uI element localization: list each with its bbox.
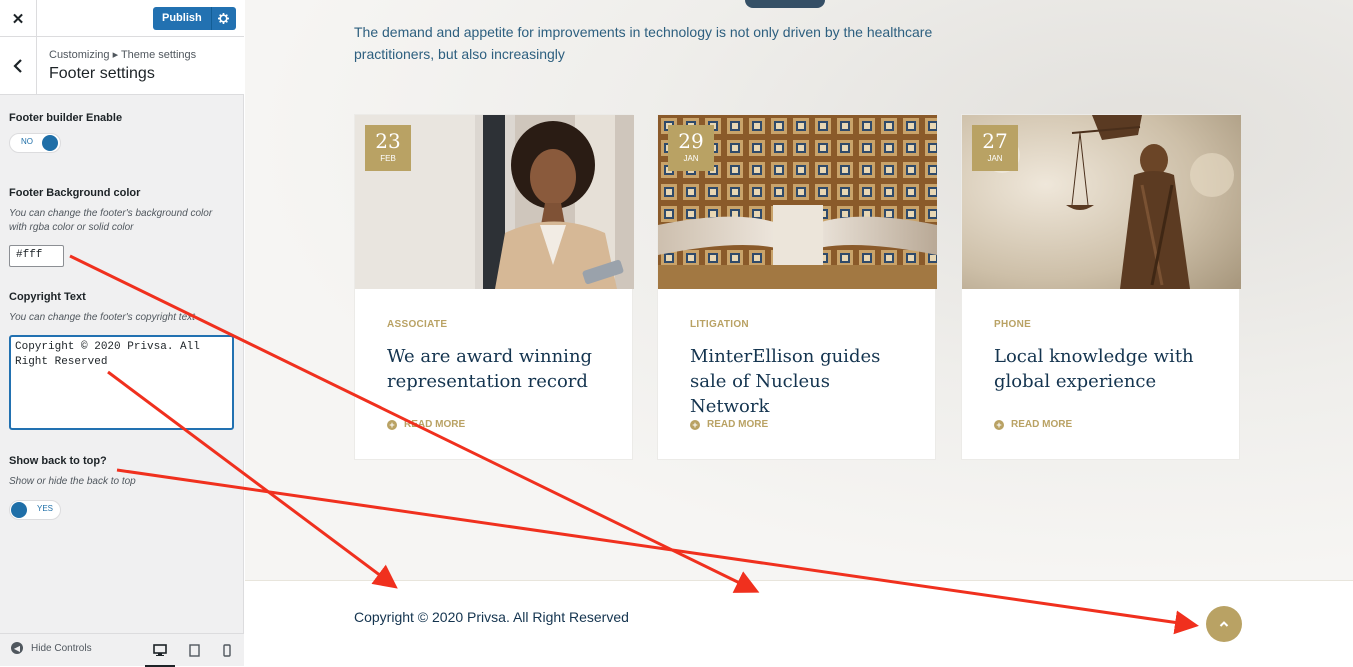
section-subtitle: The demand and appetite for improvements… bbox=[354, 24, 933, 62]
read-more-link[interactable]: + READ MORE bbox=[690, 419, 768, 430]
card-category[interactable]: LITIGATION bbox=[690, 319, 749, 330]
blog-card[interactable]: 23 FEB ASSOCIATE We are award winning re… bbox=[354, 114, 634, 460]
heading-fragment bbox=[745, 0, 825, 8]
card-image-portrait[interactable]: 23 FEB bbox=[355, 115, 634, 289]
date-day: 29 bbox=[678, 129, 704, 153]
back-to-top-label: Show back to top? bbox=[9, 455, 107, 467]
hide-controls-icon: ◀ bbox=[11, 642, 23, 654]
publish-button[interactable]: Publish bbox=[153, 7, 212, 30]
bg-color-label: Footer Background color bbox=[9, 187, 141, 199]
date-badge: 27 JAN bbox=[972, 125, 1018, 171]
chevron-left-icon[interactable] bbox=[0, 37, 37, 94]
site-footer: Copyright © 2020 Privsa. All Right Reser… bbox=[245, 580, 1353, 666]
customizer-sidebar: ✕ Publish Customizing ▸ Theme settings F… bbox=[0, 0, 244, 667]
read-more-label: READ MORE bbox=[707, 419, 769, 430]
toggle-knob bbox=[42, 135, 58, 151]
bg-color-input[interactable]: #fff bbox=[9, 245, 64, 267]
hide-controls-label: Hide Controls bbox=[31, 642, 92, 654]
plus-circle-icon: + bbox=[387, 419, 397, 430]
card-category[interactable]: ASSOCIATE bbox=[387, 319, 447, 330]
back-to-top-description: Show or hide the back to top bbox=[9, 476, 136, 487]
gear-icon[interactable] bbox=[211, 7, 236, 30]
card-image-justice-statue[interactable]: 27 JAN bbox=[962, 115, 1241, 289]
publish-button-group: Publish bbox=[153, 7, 236, 30]
read-more-label: READ MORE bbox=[1011, 419, 1073, 430]
bg-color-description: You can change the footer's background c… bbox=[9, 208, 213, 233]
back-to-top-button[interactable] bbox=[1206, 606, 1242, 642]
date-day: 27 bbox=[982, 129, 1008, 153]
date-badge: 29 JAN bbox=[668, 125, 714, 171]
section-title: Footer settings bbox=[49, 65, 155, 82]
blog-card[interactable]: 27 JAN PHONE Local knowledge with global… bbox=[961, 114, 1241, 460]
site-preview: The demand and appetite for improvements… bbox=[245, 0, 1353, 666]
blog-card[interactable]: 29 JAN LITIGATION MinterEllison guides s… bbox=[657, 114, 937, 460]
footer-builder-label: Footer builder Enable bbox=[9, 112, 123, 124]
plus-circle-icon: + bbox=[994, 419, 1004, 430]
footer-copyright: Copyright © 2020 Privsa. All Right Reser… bbox=[354, 609, 629, 625]
card-title[interactable]: Local knowledge with global experience bbox=[994, 344, 1214, 394]
read-more-link[interactable]: + READ MORE bbox=[994, 419, 1072, 430]
card-title[interactable]: We are award winning representation reco… bbox=[387, 344, 607, 394]
read-more-link[interactable]: + READ MORE bbox=[387, 419, 465, 430]
copyright-description: You can change the footer's copyright te… bbox=[9, 312, 195, 323]
section-header: Customizing ▸ Theme settings Footer sett… bbox=[0, 37, 244, 95]
customizer-header: ✕ Publish bbox=[0, 0, 244, 37]
back-to-top-toggle[interactable]: YES bbox=[9, 500, 61, 520]
copyright-label: Copyright Text bbox=[9, 291, 86, 303]
chevron-up-icon bbox=[1219, 621, 1229, 627]
toggle-state: YES bbox=[37, 504, 54, 513]
tablet-icon[interactable] bbox=[185, 642, 203, 658]
toggle-state: NO bbox=[21, 137, 33, 146]
date-month: JAN bbox=[987, 154, 1003, 163]
card-title[interactable]: MinterEllison guides sale of Nucleus Net… bbox=[690, 344, 910, 419]
footer-builder-toggle[interactable]: NO bbox=[9, 133, 61, 153]
copyright-textarea[interactable]: Copyright © 2020 Privsa. All Right Reser… bbox=[9, 335, 234, 430]
date-badge: 23 FEB bbox=[365, 125, 411, 171]
mobile-icon[interactable] bbox=[218, 642, 236, 658]
breadcrumb: Customizing ▸ Theme settings bbox=[49, 49, 197, 61]
card-category[interactable]: PHONE bbox=[994, 319, 1031, 330]
date-month: FEB bbox=[380, 154, 396, 163]
date-month: JAN bbox=[683, 154, 699, 163]
desktop-icon[interactable] bbox=[145, 642, 175, 667]
date-day: 23 bbox=[375, 129, 401, 153]
read-more-label: READ MORE bbox=[404, 419, 466, 430]
hide-controls-button[interactable]: ◀ Hide Controls bbox=[11, 642, 92, 654]
customizer-footer: ◀ Hide Controls bbox=[0, 633, 244, 667]
toggle-knob bbox=[11, 502, 27, 518]
plus-circle-icon: + bbox=[690, 419, 700, 430]
card-image-columns[interactable]: 29 JAN bbox=[658, 115, 937, 289]
close-icon[interactable]: ✕ bbox=[0, 0, 37, 37]
